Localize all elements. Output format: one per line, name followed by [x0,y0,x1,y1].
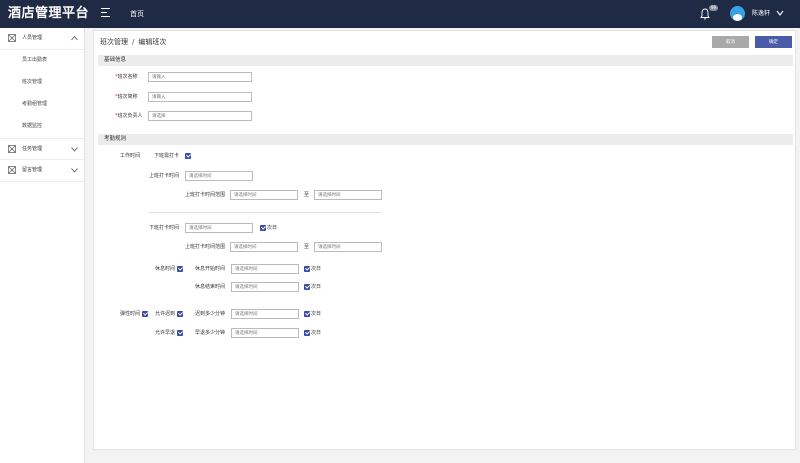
next-day-label: 次日 [267,225,278,231]
cancel-button[interactable]: 取消 [712,36,749,48]
bell-icon[interactable] [700,8,710,20]
allow-early-label: 允许早退 [155,330,176,336]
on-time-input[interactable] [185,171,253,181]
allow-early-checkbox[interactable] [177,330,183,336]
main-panel: 班次管理/编辑班次 取消 确定 基础信息 *班次名称 *班次简称 *班次负责人 … [93,30,796,450]
on-time-label: 上班打卡时间 [149,173,180,179]
allow-late-label: 允许迟到 [155,311,176,317]
rest-start-label: 休息开始时间 [195,266,226,272]
off-range-start-input[interactable] [230,242,298,252]
early-next-day-checkbox[interactable] [304,330,310,336]
app-title: 酒店管理平台 [8,6,90,21]
off-time-input[interactable] [185,223,253,233]
next-day-label: 次日 [311,284,322,290]
on-range-end-input[interactable] [314,190,382,200]
late-next-day-checkbox[interactable] [304,311,310,317]
off-clock-checkbox[interactable] [185,153,191,159]
rest-start-input[interactable] [231,264,299,274]
sidebar-item-monitoring[interactable]: 数据监控 [0,116,84,138]
username[interactable]: 陈逸轩 [752,9,770,19]
rest-time-label: 休息时间 [155,266,176,272]
rest-end-next-day-checkbox[interactable] [304,284,310,290]
module-icon [8,145,16,153]
shift-short-input[interactable] [148,92,252,102]
range-to-label: 至 [304,244,310,250]
chevron-down-icon [71,147,78,152]
rest-start-next-day-checkbox[interactable] [304,266,310,272]
late-minutes-input[interactable] [231,309,299,319]
section-attendance-rules: 考勤规则 [98,134,793,145]
sidebar-item-attendance[interactable]: 员工出勤表 [0,50,84,72]
sidebar-group-label: 任务管理 [22,146,43,152]
sidebar-item-shifts[interactable]: 班次管理 [0,72,84,94]
next-day-label: 次日 [311,330,322,336]
module-icon [8,34,16,42]
breadcrumb-current: 编辑班次 [138,38,167,46]
off-range-end-input[interactable] [314,242,382,252]
flex-time-checkbox[interactable] [142,311,148,317]
section-basic-info: 基础信息 [98,55,793,66]
confirm-button[interactable]: 确定 [755,36,792,48]
rest-time-checkbox[interactable] [177,266,183,272]
sidebar-group-personnel[interactable]: 人员管理 [0,28,84,50]
breadcrumb-separator: / [132,38,135,46]
next-day-label: 次日 [311,311,322,317]
off-clock-label: 下班需打卡 [154,153,180,159]
notification-badge: 99 [709,5,719,11]
chevron-down-icon [71,168,78,173]
shift-name-input[interactable] [148,72,252,82]
allow-late-checkbox[interactable] [177,311,183,317]
sidebar-item-attendance-groups[interactable]: 考勤组管理 [0,94,84,116]
flex-time-label: 弹性时间 [120,311,141,317]
top-bar: 酒店管理平台 首页 99 陈逸轩 [0,0,800,28]
off-range-label: 上班打卡时间范围 [185,244,226,250]
range-to-label: 至 [304,192,310,198]
shift-short-label: *班次简称 [115,94,138,100]
menu-toggle-icon[interactable] [101,8,110,20]
sidebar: 人员管理 员工出勤表 班次管理 考勤组管理 数据监控 任务管理 留言管理 [0,28,85,463]
sidebar-group-label: 留言管理 [22,167,43,173]
shift-name-label: *班次名称 [115,74,138,80]
chevron-down-icon[interactable] [776,9,784,17]
late-minutes-label: 迟到多少分钟 [195,311,226,317]
rest-end-label: 休息结束时间 [195,284,226,290]
work-time-label: 工作时间 [120,153,141,159]
sidebar-group-tasks[interactable]: 任务管理 [0,138,84,160]
nav-home-link[interactable]: 首页 [130,8,144,20]
shift-owner-label: *班次负责人 [115,113,143,119]
chevron-up-icon [71,35,78,41]
avatar[interactable] [730,6,745,21]
breadcrumb-parent[interactable]: 班次管理 [100,38,128,46]
sidebar-group-label: 人员管理 [22,35,43,41]
shift-owner-select[interactable] [148,111,252,121]
on-range-label: 上班打卡时间范围 [185,192,226,198]
divider [149,212,381,213]
off-next-day-checkbox[interactable] [260,225,266,231]
breadcrumb: 班次管理 / 编辑班次 [100,36,166,48]
off-time-label: 下班打卡时间 [149,225,180,231]
sidebar-group-messages[interactable]: 留言管理 [0,160,84,182]
rest-end-input[interactable] [231,282,299,292]
next-day-label: 次日 [311,266,322,272]
on-range-start-input[interactable] [230,190,298,200]
module-icon [8,166,16,174]
early-minutes-label: 早退多少分钟 [195,330,226,336]
early-minutes-input[interactable] [231,328,299,338]
